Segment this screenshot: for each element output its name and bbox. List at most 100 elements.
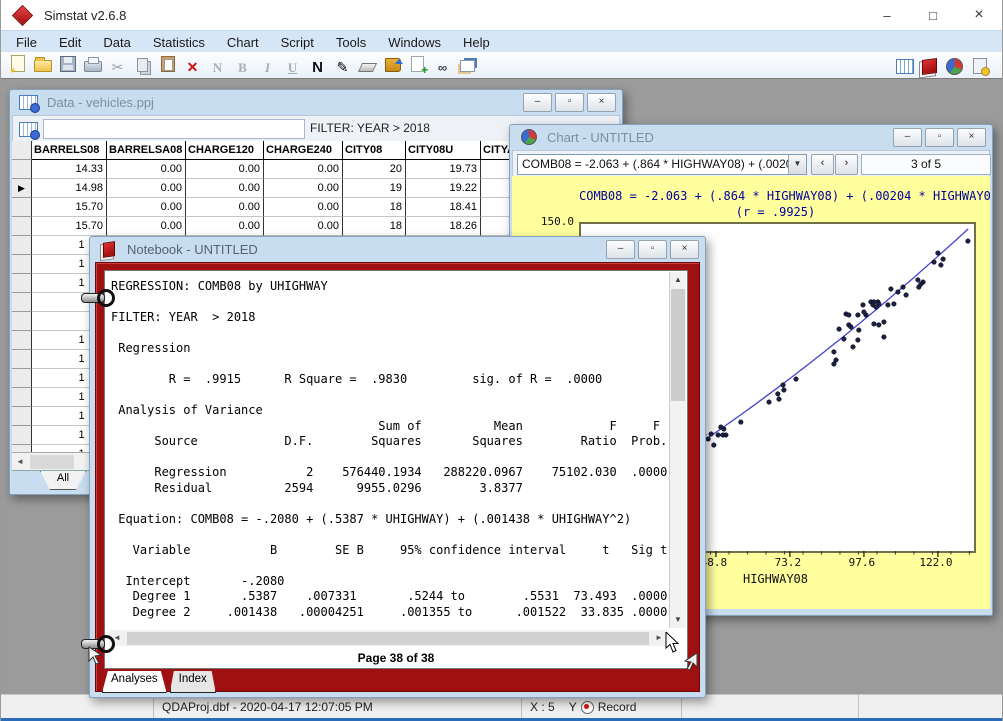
table-cell[interactable]: 15.70 xyxy=(32,198,107,217)
table-cell[interactable]: 0.00 xyxy=(107,198,186,217)
data-window-titlebar[interactable]: Data - vehicles.ppj – ▫ × xyxy=(10,90,622,114)
add-record-icon[interactable] xyxy=(406,53,429,75)
row-selector[interactable] xyxy=(12,217,32,236)
menu-tools[interactable]: Tools xyxy=(325,33,377,52)
print-icon[interactable] xyxy=(81,53,104,75)
data-edit-field[interactable] xyxy=(43,119,305,139)
menu-statistics[interactable]: Statistics xyxy=(142,33,216,52)
column-header-city08u[interactable]: CITY08U xyxy=(406,141,481,160)
chart-pie-icon[interactable] xyxy=(943,55,966,77)
table-cell[interactable]: 19.73 xyxy=(406,160,481,179)
table-cell[interactable]: 18 xyxy=(343,217,406,236)
row-selector[interactable] xyxy=(12,198,32,217)
table-cell[interactable]: 0.00 xyxy=(186,217,264,236)
font-icon[interactable]: N xyxy=(306,57,329,79)
menu-help[interactable]: Help xyxy=(452,33,501,52)
delete-icon[interactable]: ✕ xyxy=(181,57,204,79)
row-selector[interactable] xyxy=(12,388,32,407)
data-restore-button[interactable]: ▫ xyxy=(555,93,584,112)
row-selector[interactable] xyxy=(12,255,32,274)
data-close-button[interactable]: × xyxy=(587,93,616,112)
table-cell[interactable]: 18 xyxy=(343,198,406,217)
table-cell[interactable]: 0.00 xyxy=(264,217,343,236)
table-cell[interactable]: 0.00 xyxy=(264,179,343,198)
notebook-close-button[interactable]: × xyxy=(670,240,699,259)
menu-data[interactable]: Data xyxy=(92,33,141,52)
notebook-vscroll-thumb[interactable] xyxy=(671,289,685,401)
tab-index[interactable]: Index xyxy=(170,671,216,693)
table-cell[interactable]: 14.33 xyxy=(32,160,107,179)
table-cell[interactable]: 0.00 xyxy=(264,160,343,179)
scroll-left-icon[interactable]: ◄ xyxy=(12,454,28,470)
notebook-minimize-button[interactable]: – xyxy=(606,240,635,259)
paste-icon[interactable] xyxy=(156,53,179,75)
close-button[interactable]: × xyxy=(956,0,1002,30)
notebook-hscrollbar[interactable]: ◄ ► xyxy=(109,630,667,646)
new-document-icon[interactable] xyxy=(6,53,29,75)
tab-all[interactable]: All xyxy=(40,471,86,490)
table-cell[interactable]: 19 xyxy=(343,179,406,198)
table-cell[interactable]: 0.00 xyxy=(186,160,264,179)
prev-chart-button[interactable]: ‹ xyxy=(811,154,834,175)
table-cell[interactable]: 20 xyxy=(343,160,406,179)
row-selector[interactable]: ▶ xyxy=(12,179,32,198)
menu-windows[interactable]: Windows xyxy=(377,33,452,52)
table-cell[interactable]: 18.26 xyxy=(406,217,481,236)
minimize-button[interactable]: – xyxy=(864,0,910,30)
menu-chart[interactable]: Chart xyxy=(216,33,270,52)
column-header-barrels08[interactable]: BARRELS08 xyxy=(32,141,107,160)
table-cell[interactable]: 0.00 xyxy=(264,198,343,217)
table-cell[interactable]: 0.00 xyxy=(186,198,264,217)
script-icon[interactable] xyxy=(968,55,991,77)
menu-file[interactable]: File xyxy=(5,33,48,52)
page-flip-arrow-right-icon[interactable] xyxy=(681,651,699,671)
bold-icon[interactable]: B xyxy=(231,57,254,79)
data-minimize-button[interactable]: – xyxy=(523,93,552,112)
notebook-vscrollbar[interactable]: ▲ ▼ xyxy=(669,272,686,628)
page-flip-arrow-left-icon[interactable] xyxy=(87,645,105,665)
chart-window-titlebar[interactable]: Chart - UNTITLED – ▫ × xyxy=(510,125,992,149)
regression-output-text[interactable]: REGRESSION: COMB08 by UHIGHWAY FILTER: Y… xyxy=(111,279,667,628)
table-cell[interactable]: 0.00 xyxy=(107,179,186,198)
open-folder-icon[interactable] xyxy=(31,53,54,75)
scroll-down-icon[interactable]: ▼ xyxy=(670,612,686,628)
notebook-icon[interactable] xyxy=(918,55,941,77)
cut-icon[interactable]: ✂ xyxy=(106,57,129,79)
highlighter-icon[interactable]: ✎ xyxy=(331,57,354,79)
row-selector[interactable] xyxy=(12,445,32,452)
notebook-restore-button[interactable]: ▫ xyxy=(638,240,667,259)
row-selector[interactable] xyxy=(12,293,32,312)
row-selector[interactable] xyxy=(12,407,32,426)
data-hscroll-thumb[interactable] xyxy=(30,455,74,469)
row-selector[interactable] xyxy=(12,236,32,255)
equation-combobox[interactable]: COMB08 = -2.063 + (.864 * HIGHWAY08) + (… xyxy=(517,154,807,175)
scroll-up-icon[interactable]: ▲ xyxy=(670,272,686,288)
import-book-icon[interactable] xyxy=(381,54,404,76)
maximize-button[interactable]: □ xyxy=(910,0,956,30)
table-cell[interactable]: 0.00 xyxy=(107,217,186,236)
save-icon[interactable] xyxy=(56,53,79,75)
table-cell[interactable]: 15.70 xyxy=(32,217,107,236)
row-selector[interactable] xyxy=(12,369,32,388)
tab-analyses[interactable]: Analyses xyxy=(102,671,167,693)
column-header-city08[interactable]: CITY08 xyxy=(343,141,406,160)
copy-icon[interactable] xyxy=(131,54,154,76)
hand-report-icon[interactable] xyxy=(456,54,479,76)
menu-edit[interactable]: Edit xyxy=(48,33,92,52)
row-selector[interactable] xyxy=(12,274,32,293)
notebook-hscroll-thumb[interactable] xyxy=(127,632,649,645)
column-header-barrelsa08[interactable]: BARRELSA08 xyxy=(107,141,186,160)
table-cell[interactable]: 0.00 xyxy=(186,179,264,198)
row-selector[interactable] xyxy=(12,160,32,179)
row-selector[interactable] xyxy=(12,312,32,331)
italic-icon[interactable]: I xyxy=(256,57,279,79)
menu-script[interactable]: Script xyxy=(270,33,325,52)
next-chart-button[interactable]: › xyxy=(835,154,858,175)
column-header-charge120[interactable]: CHARGE120 xyxy=(186,141,264,160)
row-selector[interactable] xyxy=(12,350,32,369)
data-grid-icon[interactable] xyxy=(893,55,916,77)
table-cell[interactable]: 19.22 xyxy=(406,179,481,198)
view-variables-icon[interactable]: ∞ xyxy=(431,57,454,79)
normal-text-icon[interactable]: N xyxy=(206,57,229,79)
underline-icon[interactable]: U xyxy=(281,57,304,79)
